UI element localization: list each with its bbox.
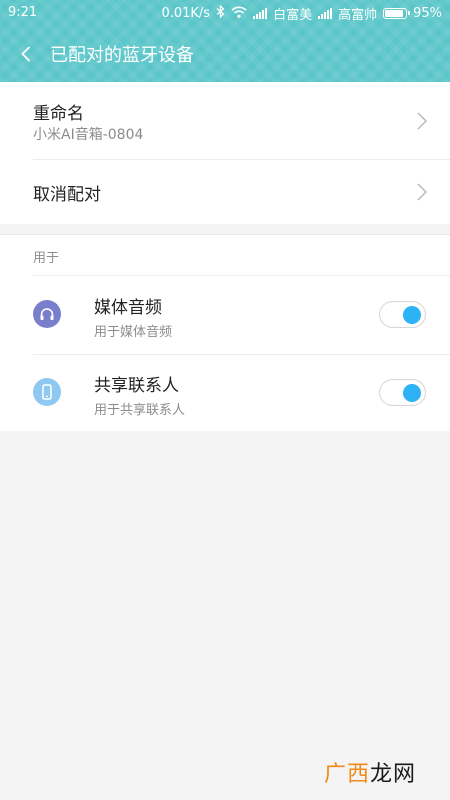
device-actions-card: 重命名 小米AI音箱-0804 取消配对 xyxy=(0,82,450,224)
section-label-used-for: 用于 xyxy=(33,251,60,266)
rename-row[interactable]: 重命名 小米AI音箱-0804 xyxy=(0,82,450,160)
header-bar: 9:21 0.01K/s 白富美 高富帅 95% 已配对的蓝牙设备 xyxy=(0,0,450,82)
toggle-knob xyxy=(403,384,421,402)
signal-icon xyxy=(253,8,268,19)
media-audio-toggle[interactable] xyxy=(379,301,426,328)
rename-label: 重命名 xyxy=(33,104,84,124)
wifi-icon xyxy=(231,6,247,22)
share-contacts-row[interactable]: 共享联系人 用于共享联系人 xyxy=(0,354,450,432)
share-contacts-title: 共享联系人 xyxy=(94,376,179,396)
unpair-row[interactable]: 取消配对 xyxy=(0,160,450,224)
watermark-logo: 广西龙网 xyxy=(324,756,416,788)
signal-icon xyxy=(318,8,333,19)
share-contacts-toggle[interactable] xyxy=(379,379,426,406)
status-time: 9:21 xyxy=(8,5,38,20)
chevron-right-icon xyxy=(417,183,427,201)
chevron-right-icon xyxy=(417,112,427,130)
headphones-icon xyxy=(33,300,61,328)
battery-icon xyxy=(383,8,411,19)
used-for-card: 用于 媒体音频 用于媒体音频 共享联系人 用于共享联系人 xyxy=(0,234,450,431)
unpair-label: 取消配对 xyxy=(33,185,101,205)
phone-icon xyxy=(33,378,61,406)
nav-bar: 已配对的蓝牙设备 xyxy=(0,34,450,74)
watermark-accent: 广西 xyxy=(323,762,370,787)
share-contacts-subtitle: 用于共享联系人 xyxy=(94,403,186,418)
toggle-knob xyxy=(403,306,421,324)
watermark-rest: 龙网 xyxy=(369,762,416,787)
battery-percent: 95% xyxy=(413,6,442,21)
carrier-2: 高富帅 xyxy=(338,8,378,23)
status-bar: 9:21 0.01K/s 白富美 高富帅 95% xyxy=(0,0,450,26)
network-speed: 0.01K/s xyxy=(161,6,211,21)
page-title: 已配对的蓝牙设备 xyxy=(50,45,194,66)
back-button[interactable] xyxy=(2,34,50,74)
bluetooth-icon xyxy=(216,4,225,22)
device-name: 小米AI音箱-0804 xyxy=(33,127,144,143)
media-audio-title: 媒体音频 xyxy=(94,298,162,318)
back-arrow-icon xyxy=(21,46,31,62)
media-audio-row[interactable]: 媒体音频 用于媒体音频 xyxy=(0,276,450,354)
media-audio-subtitle: 用于媒体音频 xyxy=(94,325,173,340)
carrier-1: 白富美 xyxy=(273,8,313,23)
status-indicators: 0.01K/s 白富美 高富帅 95% xyxy=(161,4,442,23)
